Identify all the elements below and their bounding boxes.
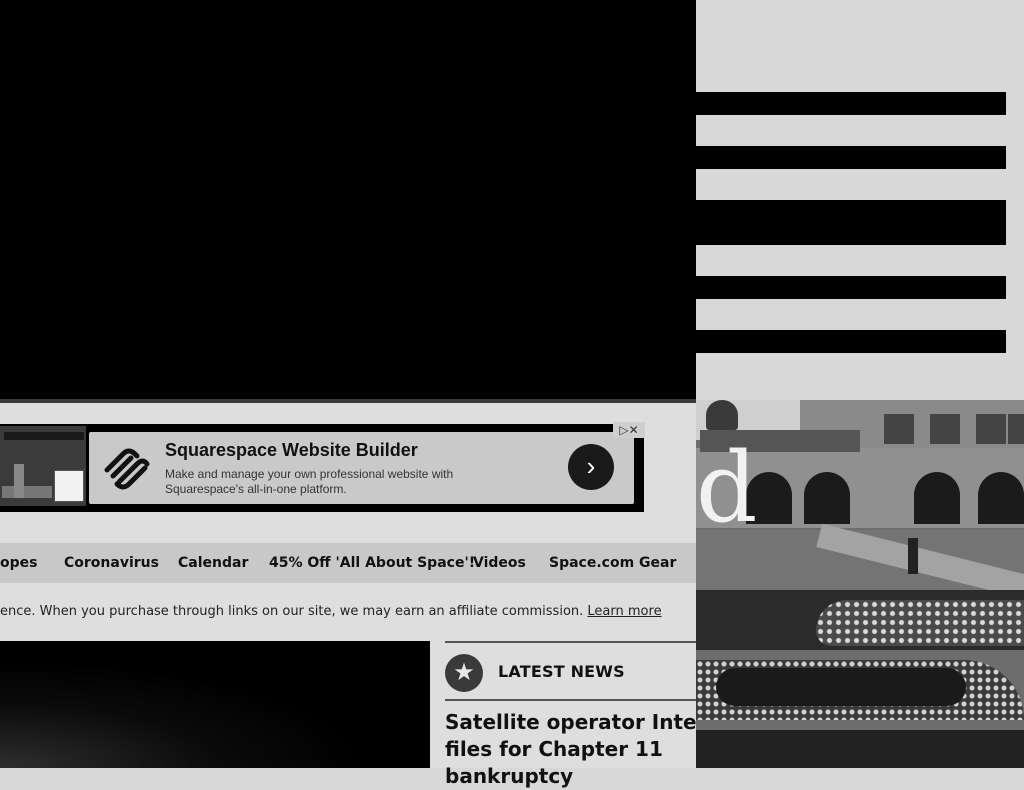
window (976, 414, 1006, 444)
star-icon: ★ (445, 654, 483, 692)
thumb-object (14, 464, 24, 498)
ad-thumbnail-image[interactable] (0, 426, 86, 506)
flower-bed (816, 600, 1024, 646)
palm-tree (706, 400, 738, 430)
news-headline-link[interactable]: Satellite operator Intelsat files for Ch… (445, 709, 696, 790)
hedge (696, 730, 1024, 768)
nav-item-calendar[interactable]: Calendar (178, 555, 248, 571)
main-nav: opes Coronavirus Calendar 45% Off 'All A… (0, 543, 696, 583)
overlay-letter: d (696, 432, 758, 544)
learn-more-link[interactable]: Learn more (587, 604, 661, 619)
arch (914, 472, 960, 524)
video-area-black (0, 0, 696, 400)
latest-news-heading: LATEST NEWS (498, 662, 625, 681)
stripe (696, 330, 1006, 353)
thumb-desk (2, 486, 52, 498)
person (908, 538, 918, 574)
chevron-right-icon[interactable]: › (568, 444, 614, 490)
campus-photo: d (696, 400, 1024, 768)
dark-flower-bed (716, 668, 966, 706)
stripe (696, 146, 1006, 169)
stripe (696, 92, 1006, 115)
window (930, 414, 960, 444)
affiliate-disclaimer: ence. When you purchase through links on… (0, 604, 662, 619)
stripe (696, 276, 1006, 299)
arch (804, 472, 850, 524)
ad-card[interactable]: Squarespace Website Builder Make and man… (89, 432, 634, 504)
nav-item-telescopes[interactable]: opes (0, 555, 37, 571)
divider (445, 641, 696, 643)
ad-description: Make and manage your own professional we… (165, 467, 454, 496)
affiliate-text: ence. When you purchase through links on… (0, 604, 584, 619)
headline-text[interactable]: Satellite operator Intelsat files for Ch… (445, 709, 696, 790)
nav-item-magazine-offer[interactable]: 45% Off 'All About Space'! (269, 555, 475, 571)
window (884, 414, 914, 444)
thumb-screen (4, 432, 84, 440)
nav-item-videos[interactable]: Videos (473, 555, 526, 571)
ad-title[interactable]: Squarespace Website Builder (165, 440, 418, 461)
stripes-panel (696, 0, 1024, 400)
squarespace-ad[interactable]: Squarespace Website Builder Make and man… (0, 424, 644, 512)
featured-image[interactable] (0, 641, 430, 768)
thumb-box (54, 470, 84, 502)
ad-choices-close-icon[interactable]: ▷✕ (613, 422, 645, 438)
nav-item-gear[interactable]: Space.com Gear (549, 555, 676, 571)
nav-item-coronavirus[interactable]: Coronavirus (64, 555, 159, 571)
stripe (696, 200, 1006, 245)
divider (445, 699, 696, 701)
window (1008, 414, 1024, 444)
arch (978, 472, 1024, 524)
squarespace-logo-icon (104, 448, 150, 490)
